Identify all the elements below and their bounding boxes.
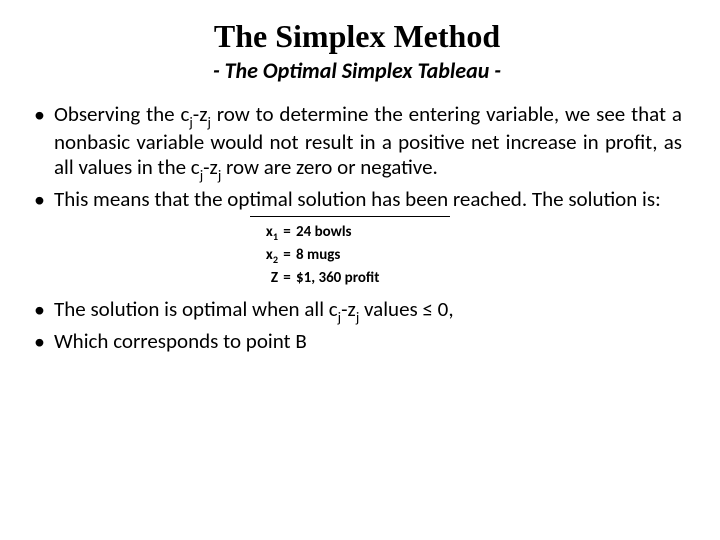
slide-subtitle: - The Optimal Simplex Tableau - (32, 57, 682, 84)
text-fragment: values ≤ 0, (359, 296, 453, 322)
solution-variable: x1 (250, 223, 278, 243)
bullet-item-4: Which corresponds to point B (32, 329, 682, 354)
var-base: x (266, 246, 273, 264)
bullet-item-2: This means that the optimal solution has… (32, 187, 682, 212)
bullet-item-1: Observing the cj-zj row to determine the… (32, 102, 682, 183)
text-fragment: -z (341, 296, 356, 322)
solution-variable: Z (250, 269, 278, 287)
solution-variable: x2 (250, 246, 278, 266)
bullet-item-3: The solution is optimal when all cj-zj v… (32, 297, 682, 325)
solution-value: 24 bowls (296, 223, 450, 241)
equals-sign: = (278, 246, 296, 264)
equals-sign: = (278, 223, 296, 241)
bullet-list: Observing the cj-zj row to determine the… (32, 102, 682, 212)
subscript: j (356, 308, 359, 326)
var-base: x (266, 223, 273, 241)
text-fragment: The solution is optimal when all c (54, 296, 338, 322)
subscript: 2 (273, 253, 278, 266)
solution-value: $1, 360 profit (296, 269, 450, 287)
equals-sign: = (278, 269, 296, 287)
subscript: j (189, 113, 192, 131)
solution-row: x2 = 8 mugs (250, 246, 450, 266)
subscript: j (200, 166, 203, 184)
text-fragment: Observing the c (54, 101, 189, 127)
solution-value: 8 mugs (296, 246, 450, 264)
slide-title: The Simplex Method (32, 18, 682, 55)
text-fragment: -z (203, 154, 218, 180)
solution-row: Z = $1, 360 profit (250, 269, 450, 287)
subscript: 1 (273, 230, 278, 243)
text-fragment: row are zero or negative. (221, 154, 438, 180)
subscript: j (218, 166, 221, 184)
text-fragment: -z (193, 101, 208, 127)
var-base: Z (271, 269, 278, 287)
solution-row: x1 = 24 bowls (250, 223, 450, 243)
subscript: j (338, 308, 341, 326)
solution-box: x1 = 24 bowls x2 = 8 mugs Z = $1, 360 pr… (250, 216, 450, 287)
bullet-list-lower: The solution is optimal when all cj-zj v… (32, 297, 682, 354)
subscript: j (208, 113, 211, 131)
